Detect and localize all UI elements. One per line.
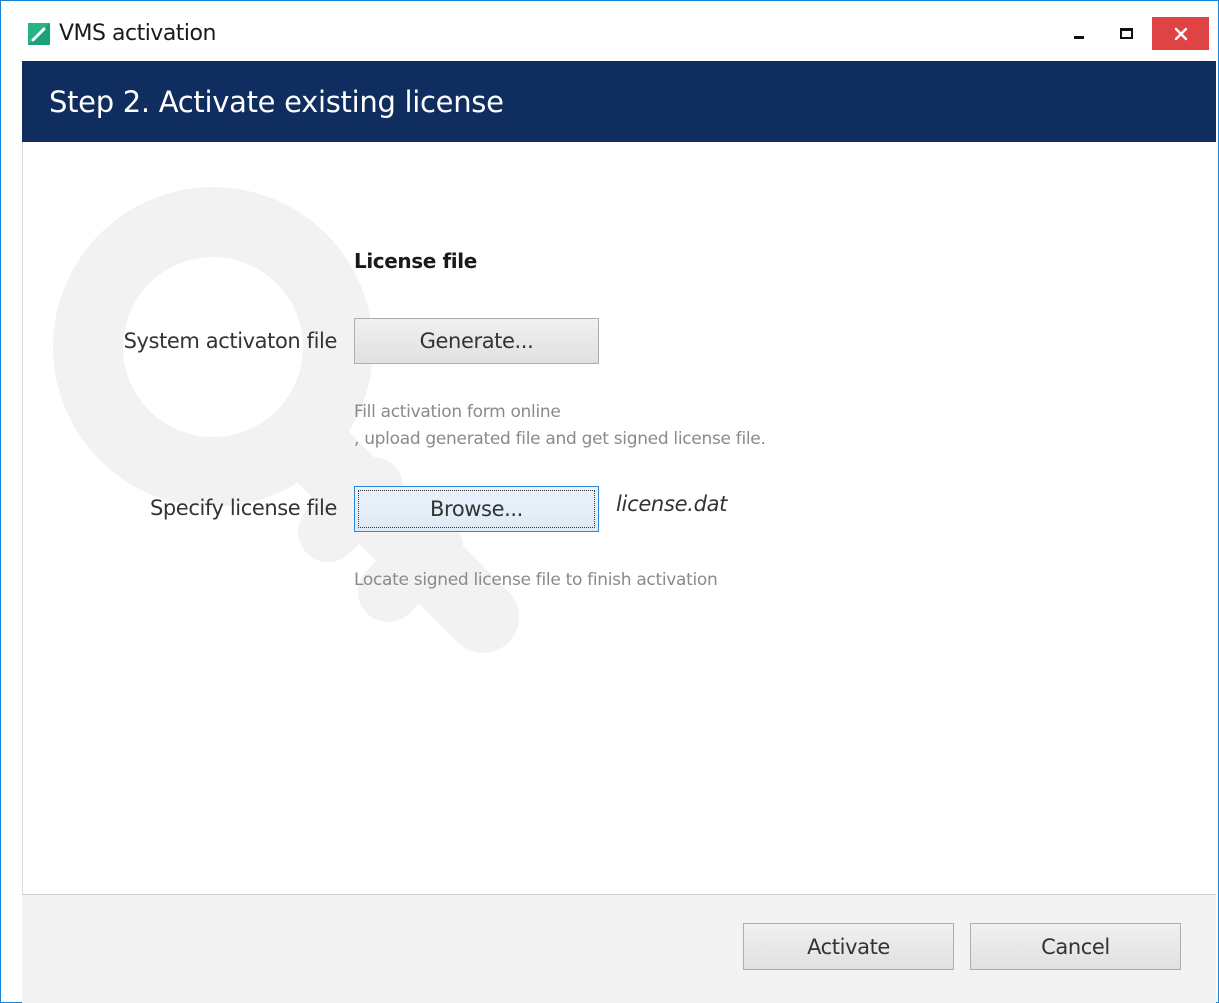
generate-hint-line-1: Fill activation form online	[354, 402, 561, 422]
maximize-button[interactable]	[1109, 17, 1143, 50]
maximize-icon	[1119, 28, 1133, 39]
step-title: Step 2. Activate existing license	[49, 85, 504, 119]
minimize-icon	[1074, 36, 1084, 39]
browse-button[interactable]: Browse...	[354, 486, 599, 532]
dialog-footer: Activate Cancel	[22, 894, 1216, 1003]
vms-app-icon	[28, 23, 50, 45]
close-button[interactable]	[1152, 17, 1209, 50]
content-area: License file System activaton file Gener…	[22, 142, 1217, 894]
close-icon	[1174, 27, 1187, 40]
cancel-button[interactable]: Cancel	[970, 923, 1181, 970]
browse-button-label: Browse...	[430, 497, 523, 521]
section-heading: License file	[354, 249, 477, 273]
generate-button[interactable]: Generate...	[354, 318, 599, 364]
activation-file-label: System activaton file	[123, 329, 338, 353]
minimize-button[interactable]	[1064, 17, 1094, 50]
activation-window: VMS activation Step 2. Activate existing…	[0, 0, 1219, 1003]
selected-license-file: license.dat	[616, 492, 728, 516]
license-file-label: Specify license file	[149, 496, 337, 520]
step-header: Step 2. Activate existing license	[22, 61, 1216, 142]
browse-hint: Locate signed license file to finish act…	[354, 570, 718, 590]
window-title: VMS activation	[59, 21, 216, 46]
generate-hint-line-2: , upload generated file and get signed l…	[354, 429, 766, 449]
activate-button[interactable]: Activate	[743, 923, 954, 970]
generate-hint: Fill activation form online , upload gen…	[354, 399, 766, 453]
title-bar: VMS activation	[1, 1, 1218, 61]
